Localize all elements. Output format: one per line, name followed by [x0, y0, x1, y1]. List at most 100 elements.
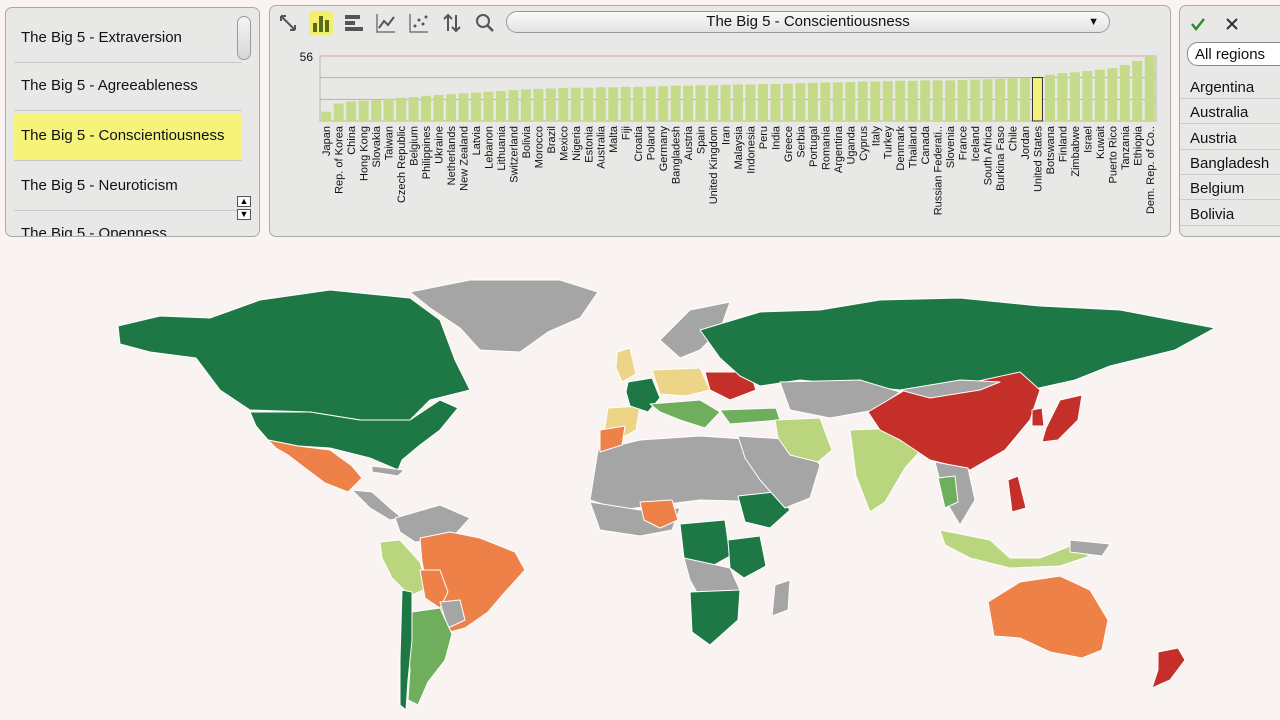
bar[interactable]	[371, 99, 382, 121]
bar[interactable]	[670, 85, 681, 121]
bar[interactable]	[383, 98, 394, 121]
bar[interactable]	[558, 88, 569, 121]
scroll-up-button[interactable]: ▲	[237, 196, 251, 207]
bar[interactable]	[982, 79, 993, 121]
bar[interactable]	[583, 87, 594, 121]
region-item[interactable]: Bolivia	[1180, 201, 1280, 226]
region-item[interactable]: Bangladesh	[1180, 150, 1280, 175]
country-indonesia[interactable]	[939, 529, 1091, 569]
bar[interactable]	[907, 80, 918, 121]
bar[interactable]	[770, 84, 781, 121]
bar[interactable]	[495, 90, 506, 121]
bar[interactable]	[832, 82, 843, 121]
bar[interactable]	[346, 101, 357, 122]
bar[interactable]	[733, 84, 743, 121]
check-icon[interactable]	[1190, 16, 1206, 32]
region-item[interactable]: Belgium	[1180, 175, 1280, 200]
bar[interactable]	[782, 83, 793, 121]
bar[interactable]	[745, 84, 756, 121]
bar[interactable]	[545, 88, 556, 122]
country-korea[interactable]	[1031, 407, 1045, 427]
country-madagascar[interactable]	[771, 579, 791, 617]
bar[interactable]	[795, 83, 806, 121]
bar[interactable]	[870, 81, 881, 121]
country-new-zealand[interactable]	[1151, 647, 1186, 689]
bar[interactable]	[595, 87, 606, 121]
bar[interactable]	[932, 80, 943, 121]
bar[interactable]	[1031, 77, 1043, 122]
region-item[interactable]: Australia	[1180, 99, 1280, 124]
bar[interactable]	[920, 80, 931, 121]
bar[interactable]	[857, 81, 868, 121]
bar[interactable]	[633, 86, 644, 121]
bar[interactable]	[333, 103, 344, 121]
country-philippines[interactable]	[1007, 475, 1027, 513]
bar[interactable]	[408, 97, 419, 121]
bar[interactable]	[645, 86, 656, 121]
bar[interactable]	[658, 86, 669, 121]
bar[interactable]	[483, 91, 494, 121]
bar[interactable]	[1144, 56, 1155, 121]
country-thailand[interactable]	[937, 475, 959, 509]
bar[interactable]	[1007, 78, 1018, 121]
bar[interactable]	[433, 95, 444, 121]
country-uk[interactable]	[615, 347, 637, 383]
country-southern-africa[interactable]	[689, 589, 741, 646]
list-item-extraversion[interactable]: The Big 5 - Extraversion	[14, 15, 242, 63]
bar[interactable]	[683, 85, 694, 121]
region-item[interactable]: Argentina	[1180, 74, 1280, 99]
world-choropleth-map[interactable]	[0, 240, 1280, 720]
bar[interactable]	[470, 92, 481, 121]
bar[interactable]	[570, 87, 581, 121]
bar[interactable]	[608, 87, 619, 121]
country-central-america[interactable]	[351, 489, 403, 521]
list-item-conscientiousness[interactable]: The Big 5 - Conscientiousness	[14, 113, 242, 161]
bar[interactable]	[1107, 68, 1118, 121]
bar[interactable]	[1119, 64, 1130, 121]
bar[interactable]	[458, 93, 469, 121]
bar[interactable]	[945, 80, 956, 121]
list-scrollbar[interactable]: ▲ ▼	[237, 13, 253, 226]
region-select[interactable]: All regions	[1187, 42, 1280, 66]
bar[interactable]	[446, 94, 457, 121]
bar[interactable]	[1132, 60, 1143, 121]
country-japan[interactable]	[1041, 394, 1083, 443]
country-argentina[interactable]	[407, 607, 453, 706]
bar[interactable]	[970, 79, 981, 121]
bar[interactable]	[520, 89, 531, 121]
list-item-neuroticism[interactable]: The Big 5 - Neuroticism	[14, 163, 242, 211]
country-canada-alaska[interactable]	[117, 289, 471, 421]
bar[interactable]	[757, 84, 768, 121]
country-italy-balkans[interactable]	[649, 399, 721, 429]
list-item-agreeableness[interactable]: The Big 5 - Agreeableness	[14, 63, 242, 111]
bar[interactable]	[807, 82, 818, 121]
bar[interactable]	[321, 111, 332, 121]
bar[interactable]	[421, 95, 432, 121]
bar[interactable]	[508, 90, 519, 121]
bar[interactable]	[1044, 74, 1055, 121]
bar[interactable]	[1019, 77, 1030, 121]
country-australia[interactable]	[987, 575, 1109, 659]
country-central-europe[interactable]	[651, 367, 711, 397]
bar[interactable]	[358, 100, 369, 121]
bar[interactable]	[957, 79, 968, 121]
bar[interactable]	[620, 86, 631, 121]
bar[interactable]	[533, 88, 544, 121]
close-icon[interactable]	[1225, 17, 1239, 31]
region-item[interactable]: Austria	[1180, 125, 1280, 150]
bar[interactable]	[1094, 69, 1105, 121]
bar[interactable]	[708, 85, 719, 121]
bar[interactable]	[695, 85, 706, 121]
bar[interactable]	[396, 97, 407, 121]
scroll-thumb[interactable]	[237, 16, 251, 60]
bar[interactable]	[1082, 71, 1093, 121]
country-turkey[interactable]	[719, 407, 781, 425]
bar[interactable]	[895, 80, 906, 121]
bar[interactable]	[1069, 72, 1080, 121]
bar[interactable]	[882, 81, 893, 121]
list-item-openness[interactable]: The Big 5 - Openness	[14, 211, 242, 236]
bar[interactable]	[820, 82, 831, 121]
bar[interactable]	[845, 82, 856, 121]
country-east-africa[interactable]	[727, 535, 767, 579]
bar[interactable]	[720, 84, 731, 121]
